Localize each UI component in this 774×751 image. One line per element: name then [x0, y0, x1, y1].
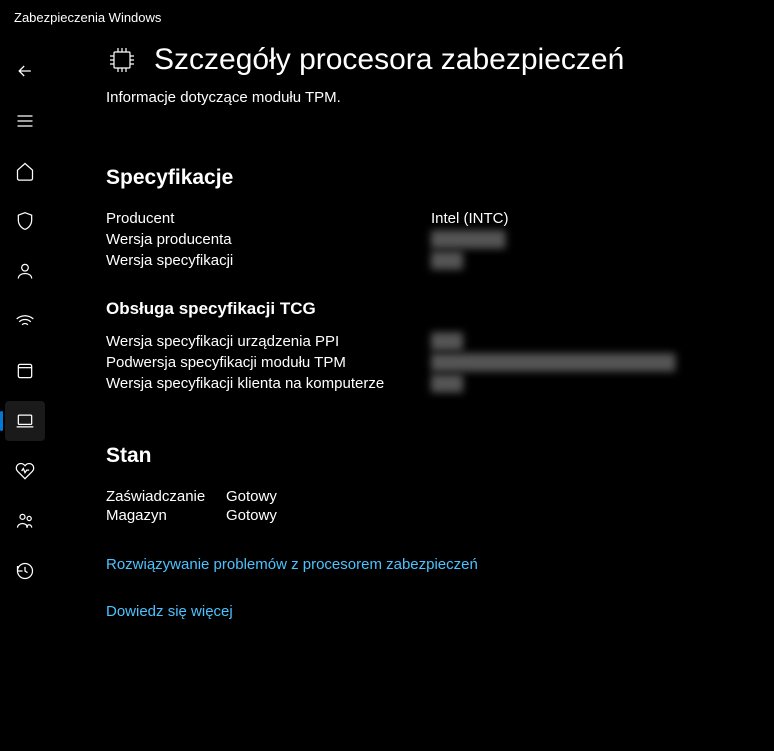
- mfr-version-label: Wersja producenta: [106, 231, 431, 248]
- spec-row: Wersja producenta ███████: [106, 231, 754, 248]
- family-icon: [15, 511, 35, 531]
- spec-row: Wersja specyfikacji ███: [106, 252, 754, 269]
- spec-version-label: Wersja specyfikacji: [106, 252, 431, 269]
- shield-icon: [15, 211, 35, 231]
- tpm-subversion-value: ███████████████████████: [431, 354, 675, 371]
- page-subtitle: Informacje dotyczące modułu TPM.: [106, 89, 754, 106]
- nav-performance[interactable]: [5, 451, 45, 491]
- hamburger-icon: [15, 111, 35, 131]
- attestation-label: Zaświadczanie: [106, 488, 226, 505]
- tcg-title: Obsługa specyfikacji TCG: [106, 299, 754, 319]
- window-title: Zabezpieczenia Windows: [0, 0, 774, 33]
- nav-family[interactable]: [5, 501, 45, 541]
- person-icon: [15, 261, 35, 281]
- attestation-value: Gotowy: [226, 488, 277, 505]
- manufacturer-label: Producent: [106, 210, 431, 227]
- spec-row: Wersja specyfikacji urządzenia PPI ███: [106, 333, 754, 350]
- spec-row: Producent Intel (INTC): [106, 210, 754, 227]
- sidebar: [0, 33, 50, 750]
- nav-history[interactable]: [5, 551, 45, 591]
- status-row: Magazyn Gotowy: [106, 507, 754, 524]
- tpm-subversion-label: Podwersja specyfikacji modułu TPM: [106, 354, 431, 371]
- spec-row: Wersja specyfikacji klienta na komputerz…: [106, 375, 754, 392]
- nav-app-control[interactable]: [5, 351, 45, 391]
- heart-pulse-icon: [15, 461, 35, 481]
- history-icon: [15, 561, 35, 581]
- nav-device-security[interactable]: [5, 401, 45, 441]
- client-spec-value: ███: [431, 375, 463, 392]
- status-title: Stan: [106, 444, 754, 468]
- mfr-version-value: ███████: [431, 231, 505, 248]
- spec-row: Podwersja specyfikacji modułu TPM ██████…: [106, 354, 754, 371]
- app-icon: [15, 361, 35, 381]
- nav-home[interactable]: [5, 151, 45, 191]
- nav-firewall[interactable]: [5, 301, 45, 341]
- storage-label: Magazyn: [106, 507, 226, 524]
- laptop-icon: [15, 411, 35, 431]
- nav-virus-protection[interactable]: [5, 201, 45, 241]
- storage-value: Gotowy: [226, 507, 277, 524]
- specs-title: Specyfikacje: [106, 166, 754, 190]
- home-icon: [15, 161, 35, 181]
- wifi-icon: [15, 311, 35, 331]
- ppi-value: ███: [431, 333, 463, 350]
- ppi-label: Wersja specyfikacji urządzenia PPI: [106, 333, 431, 350]
- spec-version-value: ███: [431, 252, 463, 269]
- nav-account-protection[interactable]: [5, 251, 45, 291]
- back-button[interactable]: [5, 51, 45, 91]
- client-spec-label: Wersja specyfikacji klienta na komputerz…: [106, 375, 431, 392]
- page-title: Szczegóły procesora zabezpieczeń: [154, 43, 624, 77]
- menu-button[interactable]: [5, 101, 45, 141]
- main-content: Szczegóły procesora zabezpieczeń Informa…: [50, 33, 774, 750]
- manufacturer-value: Intel (INTC): [431, 210, 754, 227]
- arrow-left-icon: [15, 61, 35, 81]
- learn-more-link[interactable]: Dowiedz się więcej: [106, 603, 233, 620]
- status-row: Zaświadczanie Gotowy: [106, 488, 754, 505]
- chip-icon: [106, 44, 138, 76]
- troubleshoot-link[interactable]: Rozwiązywanie problemów z procesorem zab…: [106, 556, 478, 573]
